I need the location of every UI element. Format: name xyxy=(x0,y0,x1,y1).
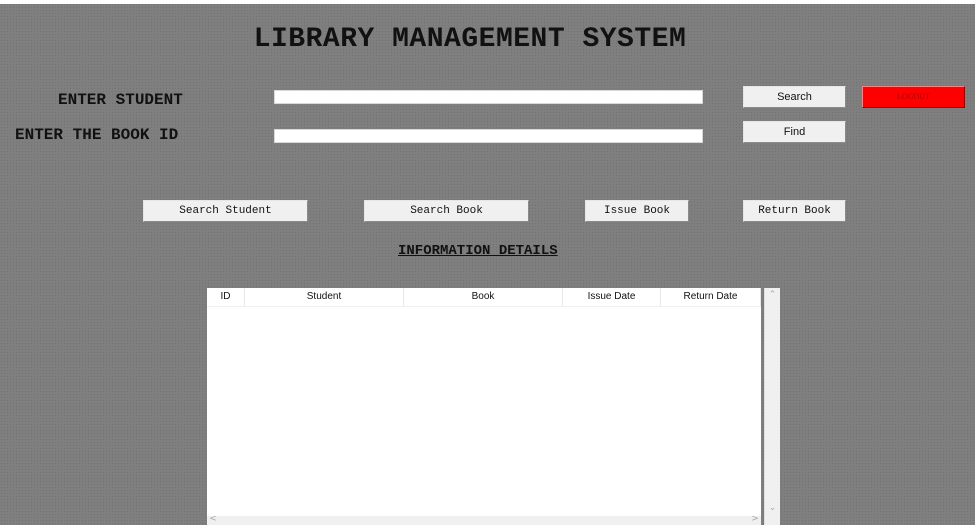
window-top-edge xyxy=(0,0,975,4)
horizontal-scrollbar[interactable]: < > xyxy=(207,514,761,525)
column-header-issue-date[interactable]: Issue Date xyxy=(563,288,661,306)
column-header-book[interactable]: Book xyxy=(404,288,563,306)
column-header-id[interactable]: ID xyxy=(207,288,245,306)
student-label: ENTER STUDENT xyxy=(58,91,183,109)
chevron-right-icon[interactable]: > xyxy=(749,514,761,525)
vertical-scrollbar[interactable]: ⌃ ⌄ xyxy=(764,288,780,525)
chevron-down-icon[interactable]: ⌄ xyxy=(765,501,780,515)
search-button[interactable]: Search xyxy=(743,86,846,108)
issue-book-button[interactable]: Issue Book xyxy=(585,200,689,222)
chevron-left-icon[interactable]: < xyxy=(207,514,219,525)
find-button[interactable]: Find xyxy=(743,121,846,143)
chevron-up-icon[interactable]: ⌃ xyxy=(765,288,780,302)
app-title: LIBRARY MANAGEMENT SYSTEM xyxy=(253,24,687,55)
book-id-label: ENTER THE BOOK ID xyxy=(15,126,179,144)
return-book-button[interactable]: Return Book xyxy=(743,200,846,222)
information-table[interactable]: ID Student Book Issue Date Return Date xyxy=(207,288,761,525)
book-id-input[interactable] xyxy=(274,129,703,143)
search-student-button[interactable]: Search Student xyxy=(143,200,308,222)
logout-button[interactable]: LOGOUT xyxy=(862,86,965,108)
search-book-button[interactable]: Search Book xyxy=(364,200,529,222)
information-details-heading: INFORMATION DETAILS xyxy=(398,243,558,259)
student-input[interactable] xyxy=(274,90,703,104)
column-header-return-date[interactable]: Return Date xyxy=(661,288,761,306)
table-header: ID Student Book Issue Date Return Date xyxy=(207,288,761,307)
column-header-student[interactable]: Student xyxy=(245,288,404,306)
